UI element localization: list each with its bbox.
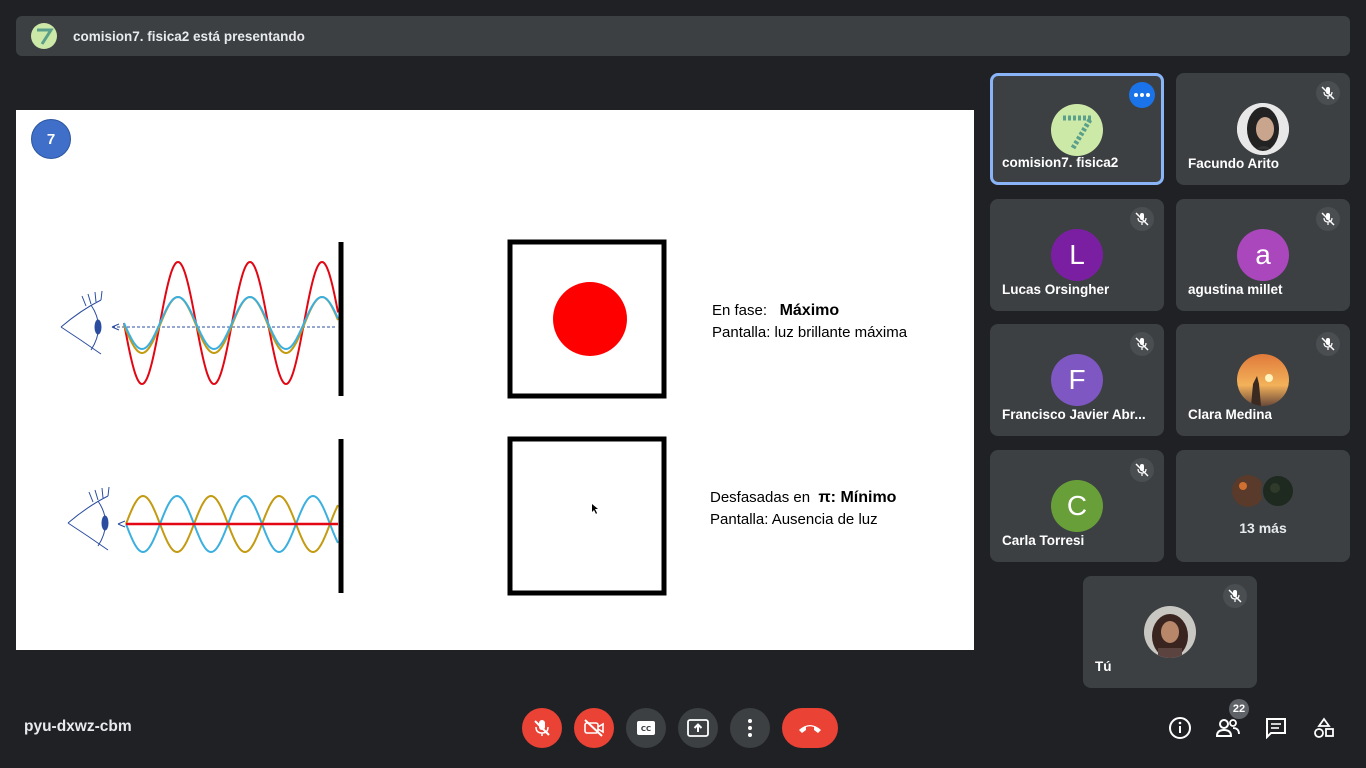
people-icon bbox=[1215, 719, 1240, 737]
mic-off-icon bbox=[1316, 207, 1340, 231]
participant-name: Tú bbox=[1095, 659, 1112, 674]
francisco-avatar: F bbox=[1051, 354, 1103, 406]
mic-off-icon bbox=[1130, 207, 1154, 231]
more-options-button[interactable] bbox=[730, 708, 770, 748]
chat-button[interactable] bbox=[1262, 714, 1290, 742]
meeting-details-button[interactable] bbox=[1166, 714, 1194, 742]
participant-name: Clara Medina bbox=[1188, 407, 1273, 422]
tile-agustina[interactable]: a agustina millet bbox=[1176, 199, 1350, 311]
eye-top-icon bbox=[60, 290, 103, 355]
mic-off-icon bbox=[1130, 332, 1154, 356]
lucas-avatar: L bbox=[1051, 229, 1103, 281]
end-call-button[interactable] bbox=[782, 708, 838, 748]
camera-toggle-button[interactable] bbox=[574, 708, 614, 748]
more-options-icon[interactable] bbox=[1129, 82, 1155, 108]
mic-toggle-button[interactable] bbox=[522, 708, 562, 748]
participant-name: comision7. fisica2 bbox=[1002, 155, 1119, 170]
camera-off-icon bbox=[584, 719, 604, 737]
chat-icon bbox=[1266, 718, 1286, 739]
you-photo bbox=[1144, 606, 1196, 658]
tile-carla[interactable]: C Carla Torresi bbox=[990, 450, 1164, 562]
participant-name: Facundo Arito bbox=[1188, 156, 1279, 171]
info-icon bbox=[1169, 717, 1191, 739]
eye-bottom-icon bbox=[67, 486, 110, 551]
participant-name: agustina millet bbox=[1188, 282, 1283, 297]
more-participants-label: 13 más bbox=[1239, 520, 1287, 536]
end-call-icon bbox=[799, 725, 821, 733]
tile-francisco[interactable]: F Francisco Javier Abr... bbox=[990, 324, 1164, 436]
participant-name: Francisco Javier Abr... bbox=[1002, 407, 1146, 422]
tile-facundo[interactable]: Facundo Arito bbox=[1176, 73, 1350, 185]
presenter-avatar bbox=[31, 23, 57, 49]
tile-you[interactable]: Tú bbox=[1083, 576, 1257, 688]
caption-in-phase: En fase: Máximo Pantalla: luz brillante … bbox=[712, 302, 908, 341]
bright-spot bbox=[553, 282, 627, 356]
present-screen-button[interactable] bbox=[678, 708, 718, 748]
shared-screen: 7 En fase: Máximo Pantalla: luz brillant… bbox=[16, 110, 974, 650]
grouped-avatars bbox=[1232, 474, 1295, 508]
tile-clara[interactable]: Clara Medina bbox=[1176, 324, 1350, 436]
tile-lucas[interactable]: L Lucas Orsingher bbox=[990, 199, 1164, 311]
slide-number-badge: 7 bbox=[31, 119, 71, 159]
participant-name: Carla Torresi bbox=[1002, 533, 1085, 548]
cursor-icon bbox=[592, 504, 598, 514]
participant-name: Lucas Orsingher bbox=[1002, 282, 1110, 297]
svg-text:CC: CC bbox=[641, 725, 651, 733]
slide-drawing bbox=[60, 239, 667, 596]
clara-photo bbox=[1237, 354, 1289, 406]
presenting-banner: comision7. fisica2 está presentando bbox=[16, 16, 1350, 56]
mic-off-icon bbox=[1316, 81, 1340, 105]
caption-out-of-phase: Desfasadas en π: Mínimo Pantalla: Ausenc… bbox=[710, 489, 897, 528]
participants-count-badge: 22 bbox=[1229, 699, 1249, 719]
activities-button[interactable] bbox=[1310, 714, 1338, 742]
presenting-text: comision7. fisica2 está presentando bbox=[73, 28, 305, 44]
tile-comision7[interactable]: comision7. fisica2 bbox=[990, 73, 1164, 185]
more-vert-icon bbox=[748, 719, 752, 737]
meeting-code: pyu-dxwz-cbm bbox=[24, 718, 132, 735]
activities-icon bbox=[1314, 717, 1334, 738]
tile-more-participants[interactable]: 13 más bbox=[1176, 450, 1350, 562]
carla-avatar: C bbox=[1051, 480, 1103, 532]
facundo-photo bbox=[1237, 103, 1289, 155]
mic-off-icon bbox=[534, 720, 550, 736]
mic-off-icon bbox=[1130, 458, 1154, 482]
agustina-avatar: a bbox=[1237, 229, 1289, 281]
present-icon bbox=[687, 719, 709, 737]
captions-icon: CC bbox=[637, 721, 655, 735]
captions-button[interactable]: CC bbox=[626, 708, 666, 748]
mic-off-icon bbox=[1316, 332, 1340, 356]
comision7-logo-icon bbox=[1051, 104, 1103, 156]
mic-off-icon bbox=[1223, 584, 1247, 608]
